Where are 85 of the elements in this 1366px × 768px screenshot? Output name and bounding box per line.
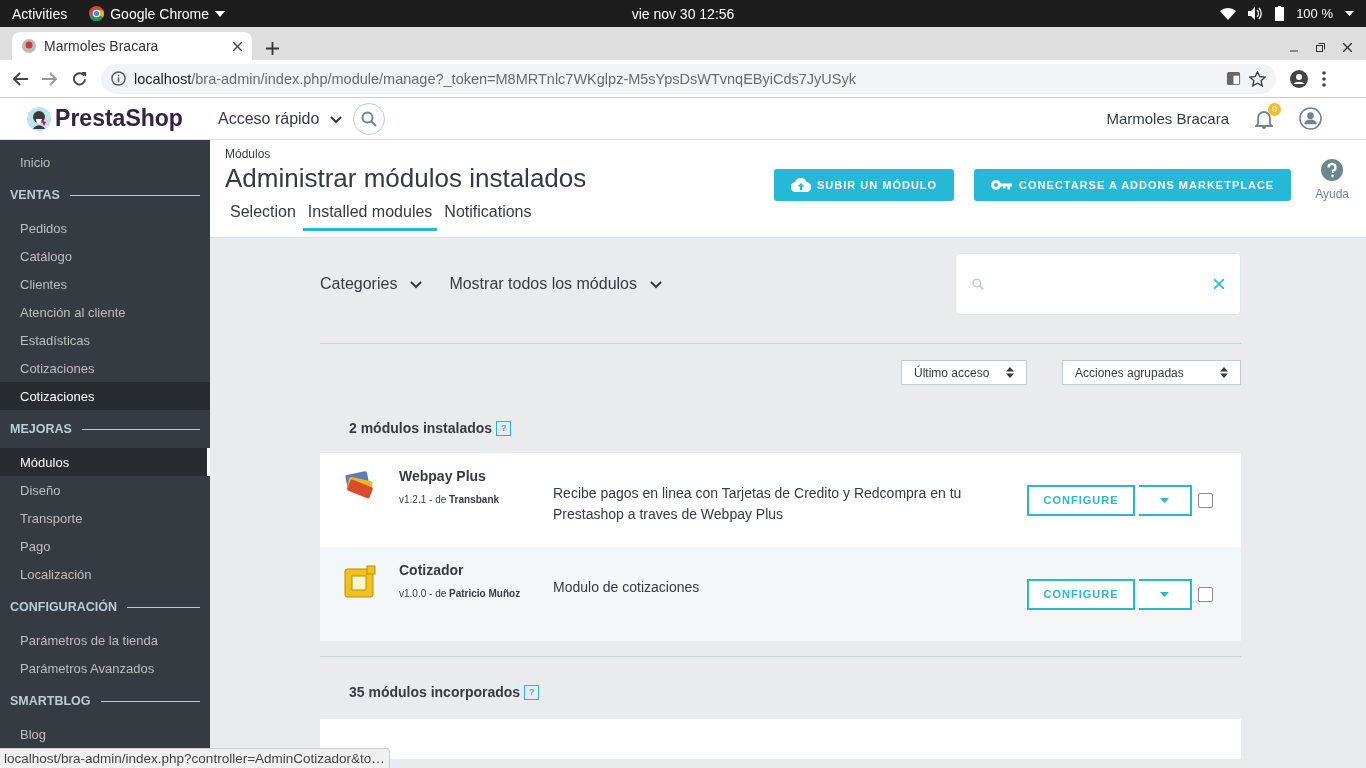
battery-icon[interactable]	[1275, 6, 1285, 21]
caret-icon[interactable]	[1345, 11, 1354, 16]
chevron-down-icon	[409, 278, 424, 290]
search-field[interactable]	[955, 253, 1241, 315]
shop-name: Marmoles Bracara	[1106, 110, 1229, 127]
favicon-icon	[22, 39, 36, 53]
sidebar-item[interactable]: Pedidos	[0, 214, 210, 242]
user-icon[interactable]	[1299, 107, 1322, 130]
sort-arrows-icon	[1006, 367, 1014, 378]
sidebar-item[interactable]: Pago	[0, 532, 210, 560]
module-description: Modulo de cotizaciones	[553, 578, 701, 597]
wifi-icon[interactable]	[1220, 7, 1237, 20]
sidebar-item[interactable]: Localización	[0, 560, 210, 588]
page-tab[interactable]: Installed modules	[302, 203, 438, 231]
close-icon[interactable]	[1343, 43, 1352, 52]
help-label[interactable]: Ayuda	[1315, 187, 1349, 201]
sidebar-item[interactable]: Inicio	[0, 148, 210, 176]
section-heading: 35 módulos incorporados	[349, 684, 521, 700]
battery-percent: 100 %	[1296, 6, 1333, 21]
sidebar-section-title: VENTAS	[10, 188, 60, 202]
bulk-actions-select[interactable]: Acciones agrupadas	[1062, 360, 1241, 385]
sidebar-item[interactable]: Diseño	[0, 476, 210, 504]
checkbox[interactable]	[1198, 586, 1213, 602]
close-icon[interactable]	[233, 41, 242, 51]
back-icon[interactable]	[12, 71, 28, 86]
sidebar-item[interactable]: Módulos	[0, 448, 210, 476]
address-bar[interactable]: localhost/bra-admin/index.php/module/manage?_token=M8MRTnlc7WKglpz-M5sYpsDsWTvnqEByiCds7JyUSyk	[101, 63, 1276, 94]
sidebar-item[interactable]: Cotizaciones	[0, 382, 210, 410]
help-icon[interactable]	[1321, 159, 1344, 181]
account-icon[interactable]	[1290, 69, 1308, 88]
info-icon[interactable]	[111, 71, 126, 86]
sidebar-item[interactable]: Atención al cliente	[0, 298, 210, 326]
sort-arrows-icon	[1220, 367, 1228, 378]
sidebar-item[interactable]: Catálogo	[0, 242, 210, 270]
sidebar-item[interactable]: Cotizaciones	[0, 354, 210, 382]
browser-logo-icon	[89, 6, 105, 21]
module-description: Recibe pagos en linea con Tarjetas de Credito y Redcompra en tu Prestashop a traves de Webpay Plus	[553, 484, 963, 524]
sidebar-section-title: SMARTBLOG	[10, 694, 91, 708]
sidebar-section-title: CONFIGURACIÓN	[10, 600, 117, 614]
caret-down-icon	[1160, 497, 1169, 503]
cloud-upload-icon	[791, 178, 811, 192]
sidebar-item[interactable]: Estadísticas	[0, 326, 210, 354]
sidebar-item[interactable]: Parámetros Avanzados	[0, 654, 210, 682]
chevron-down-icon	[649, 278, 663, 290]
sidebar-item[interactable]: Transporte	[0, 504, 210, 532]
clock[interactable]: vie nov 30 12:56	[631, 5, 735, 22]
categories-dropdown[interactable]: Categories	[320, 275, 424, 293]
notification-badge: 0	[1268, 102, 1281, 116]
star-icon[interactable]	[1249, 70, 1266, 87]
status-url: localhost/bra-admin/index.php?controller=AdminCotizador&to…	[0, 748, 390, 768]
sort-select[interactable]: Último acceso	[901, 360, 1027, 385]
sidebar-section-title: MEJORAS	[10, 422, 72, 436]
page-tab[interactable]: Selection	[225, 203, 301, 231]
module-version: v1.0.0 - de Patricio Muñoz	[399, 587, 522, 601]
app-menu[interactable]: Google Chrome	[110, 5, 210, 22]
module-name: Cotizador	[399, 562, 465, 578]
logo-text[interactable]: PrestaShop	[55, 105, 183, 132]
module-name: Webpay Plus	[399, 468, 487, 484]
volume-icon[interactable]	[1248, 7, 1264, 20]
menu-icon[interactable]	[1322, 70, 1326, 87]
caret-down-icon	[1160, 591, 1169, 597]
search-icon	[972, 278, 984, 290]
sidebar-item[interactable]: Blog	[0, 720, 210, 748]
filter-dropdown[interactable]: Mostrar todos los módulos	[449, 275, 663, 293]
sidebar-item[interactable]: Parámetros de la tienda	[0, 626, 210, 654]
penguin-logo-icon	[27, 106, 52, 131]
quick-access-dropdown[interactable]: Acceso rápido	[218, 109, 320, 128]
section-heading: 2 módulos instalados	[349, 420, 493, 436]
key-icon	[991, 179, 1014, 191]
forward-icon[interactable]	[42, 71, 58, 86]
checkbox[interactable]	[1198, 492, 1213, 508]
caret-icon	[215, 10, 226, 17]
page-tab[interactable]: Notifications	[439, 203, 537, 231]
bell-icon[interactable]	[1255, 108, 1273, 129]
search-icon	[361, 110, 378, 127]
sidebar-item[interactable]: Clientes	[0, 270, 210, 298]
reload-icon[interactable]	[72, 71, 87, 86]
ruler-frame-icon	[342, 565, 377, 599]
browser-tab[interactable]: Marmoles Bracara	[12, 32, 252, 60]
page-title: Administrar módulos instalados	[225, 163, 588, 194]
activities-button[interactable]: Activities	[12, 5, 68, 22]
module-version: v1.2.1 - de Transbank	[399, 493, 501, 507]
restore-icon[interactable]	[1316, 43, 1325, 52]
breadcrumb[interactable]: Módulos	[225, 147, 774, 161]
new-tab-icon[interactable]	[266, 42, 279, 55]
